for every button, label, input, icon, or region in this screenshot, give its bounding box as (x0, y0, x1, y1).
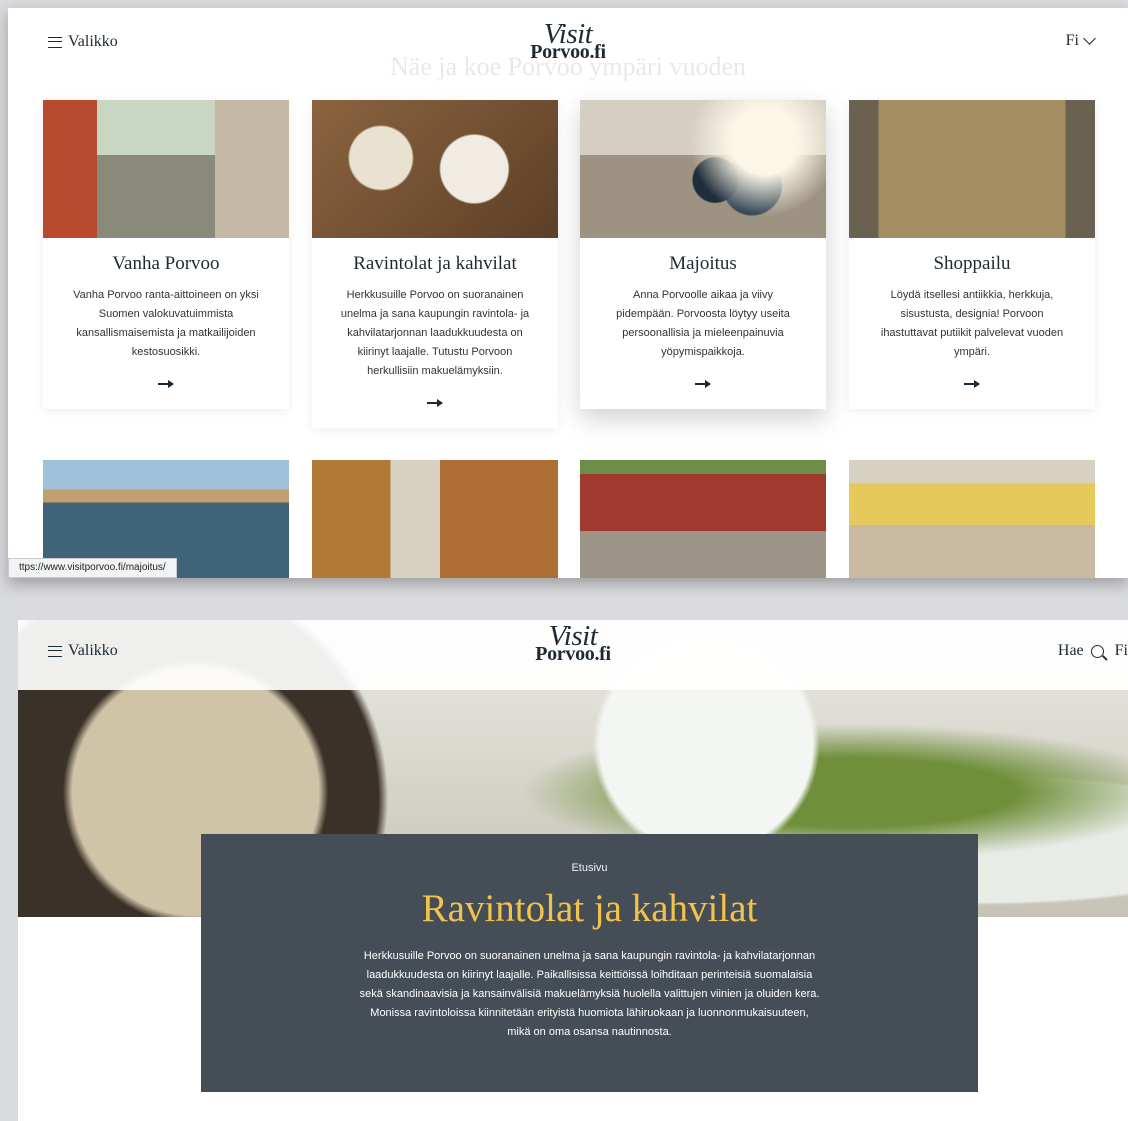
site-logo[interactable]: Visit Porvoo.fi (535, 622, 611, 665)
logo-porvoo: Porvoo.fi (535, 643, 611, 665)
card-image (849, 100, 1095, 238)
hero-panel: Etusivu Ravintolat ja kahvilat Herkkusui… (201, 834, 978, 1092)
search-label[interactable]: Hae (1058, 642, 1084, 660)
card-text: Vanha Porvoo ranta-aittoineen on yksi Su… (73, 289, 259, 358)
breadcrumb[interactable]: Etusivu (201, 862, 978, 874)
card-ravintolat[interactable]: Ravintolat ja kahvilat Herkkusuille Porv… (312, 100, 558, 428)
card-text: Herkkusuille Porvoo on suoranainen unelm… (340, 289, 530, 377)
card-title: Shoppailu (933, 253, 1011, 274)
card-majoitus[interactable]: Majoitus Anna Porvoolle aikaa ja viivy p… (580, 100, 826, 409)
hamburger-icon (48, 645, 62, 657)
page-title: Ravintolat ja kahvilat (421, 887, 758, 930)
search-icon[interactable] (1090, 644, 1104, 658)
arrow-right-icon[interactable] (158, 377, 174, 391)
card-text: Anna Porvoolle aikaa ja viivy pidempään.… (616, 289, 790, 358)
language-label[interactable]: Fi (1115, 642, 1128, 660)
menu-label: Valikko (68, 642, 118, 659)
card-title: Vanha Porvoo (112, 253, 220, 274)
menu-button[interactable]: Valikko (48, 33, 118, 51)
card-image (43, 100, 289, 238)
status-bar-url: ttps://www.visitporvoo.fi/majoitus/ (8, 558, 177, 578)
arrow-right-icon[interactable] (695, 377, 711, 391)
language-label: Fi (1065, 32, 1079, 49)
arrow-right-icon[interactable] (964, 377, 980, 391)
card-text: Löydä itsellesi antiikkia, herkkuja, sis… (880, 289, 1064, 358)
menu-label: Valikko (68, 33, 118, 50)
menu-button[interactable]: Valikko (48, 642, 118, 660)
card-vanha-porvoo[interactable]: Vanha Porvoo Vanha Porvoo ranta-aittoine… (43, 100, 289, 409)
card-title: Ravintolat ja kahvilat (353, 253, 517, 274)
card-shoppailu[interactable]: Shoppailu Löydä itsellesi antiikkia, her… (849, 100, 1095, 409)
site-header: Valikko Visit Porvoo.fi Hae Fi (18, 620, 1128, 690)
header-actions: Hae Fi (1058, 642, 1128, 660)
card-image (312, 100, 558, 238)
tile-image[interactable] (312, 460, 558, 578)
tile-image[interactable] (849, 460, 1095, 578)
chevron-down-icon (1083, 32, 1096, 45)
hamburger-icon (48, 36, 62, 48)
card-title: Majoitus (669, 253, 737, 274)
card-image (580, 100, 826, 238)
arrow-right-icon[interactable] (427, 396, 443, 410)
site-logo[interactable]: Visit Porvoo.fi (530, 20, 606, 63)
detail-page-window: Valikko Visit Porvoo.fi Hae Fi Etusivu R… (18, 620, 1128, 1121)
hero-description: Herkkusuille Porvoo on suoranainen unelm… (359, 950, 820, 1038)
listing-page-window: Valikko Visit Porvoo.fi Fi Näe ja koe Po… (8, 8, 1128, 578)
language-selector[interactable]: Fi (1065, 32, 1096, 50)
logo-porvoo: Porvoo.fi (530, 41, 606, 63)
site-header: Valikko Visit Porvoo.fi Fi (8, 8, 1128, 74)
tile-image[interactable] (580, 460, 826, 578)
